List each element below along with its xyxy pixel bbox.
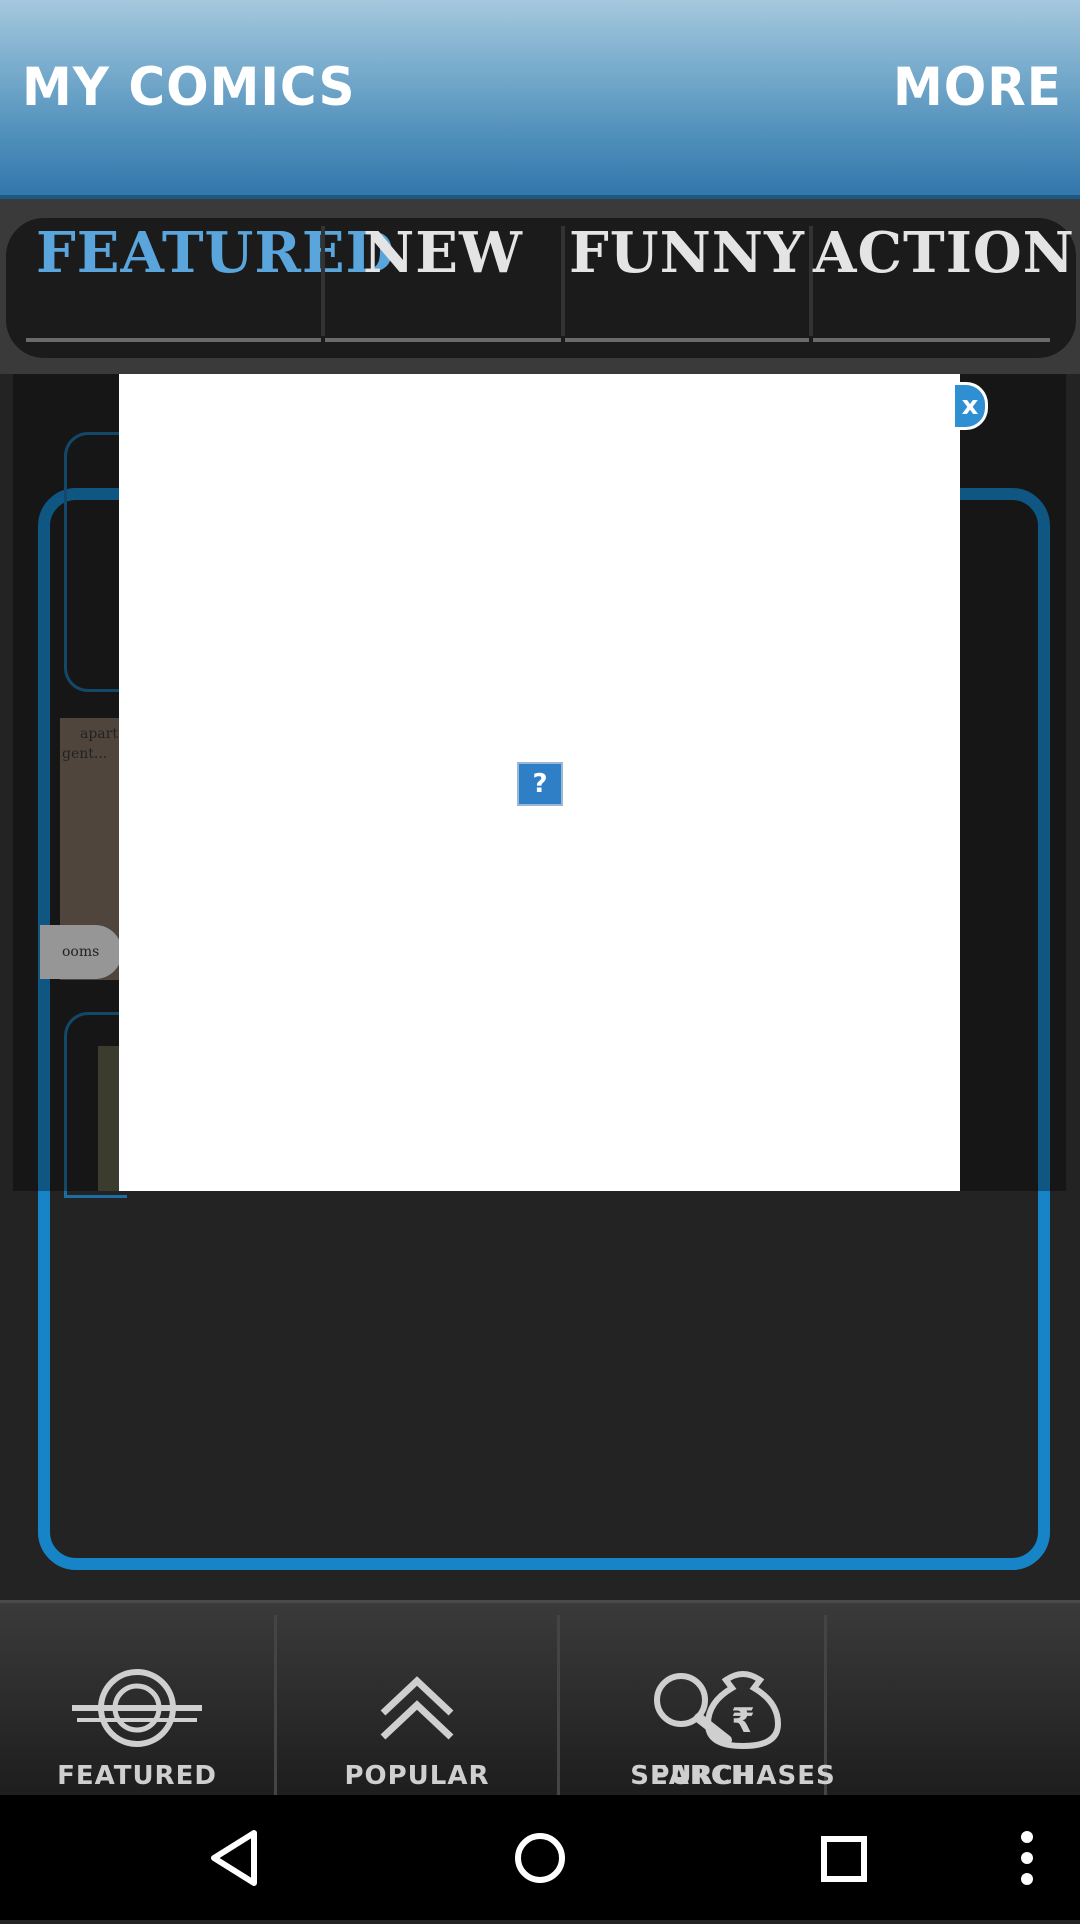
popular-icon <box>277 1663 557 1753</box>
system-navigation-bar <box>0 1795 1080 1920</box>
tab-action[interactable]: Action <box>813 218 1075 342</box>
recents-icon[interactable] <box>784 1795 904 1920</box>
svg-text:₹: ₹ <box>731 1701 755 1741</box>
tab-funny[interactable]: Funny <box>565 218 809 342</box>
tab-label: Action <box>813 220 1075 286</box>
my-comics-button[interactable]: MY COMICS <box>22 57 356 118</box>
tab-label: New <box>363 220 523 286</box>
bottom-navigation: FEATURED POPULAR SEARCH ₹ PURCHASES <box>0 1600 1080 1798</box>
tab-new[interactable]: New <box>325 218 561 342</box>
back-icon[interactable] <box>176 1795 296 1920</box>
broken-image-icon: ? <box>517 762 563 806</box>
more-button[interactable]: MORE <box>893 57 1062 118</box>
category-tabs: Featured New Funny Action <box>6 218 1076 358</box>
home-icon[interactable] <box>480 1795 600 1920</box>
tab-label: Featured <box>36 220 396 286</box>
nav-featured[interactable]: FEATURED <box>0 1603 274 1798</box>
featured-icon <box>0 1663 274 1753</box>
nav-label: POPULAR <box>344 1761 490 1791</box>
app-header: MY COMICS MORE <box>0 0 1080 199</box>
nav-label: PURCHASES <box>650 1761 836 1791</box>
nav-purchases[interactable]: ₹ PURCHASES <box>650 1603 836 1798</box>
tab-featured[interactable]: Featured <box>26 218 396 342</box>
tab-label: Funny <box>569 220 805 286</box>
purchases-icon: ₹ <box>650 1663 836 1753</box>
nav-label: FEATURED <box>57 1761 217 1791</box>
menu-icon[interactable] <box>967 1795 1047 1920</box>
nav-popular[interactable]: POPULAR <box>277 1603 557 1798</box>
